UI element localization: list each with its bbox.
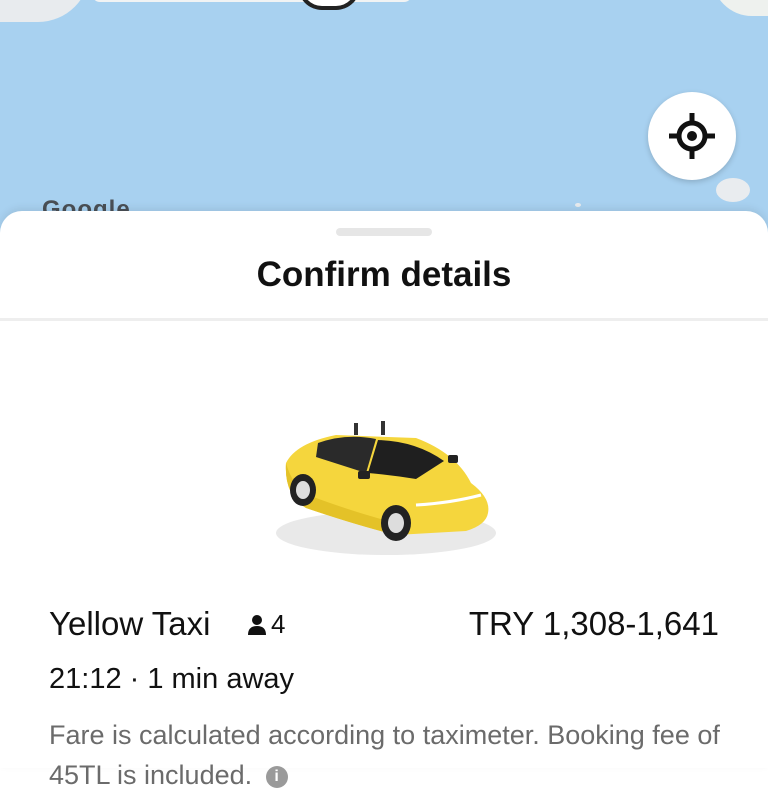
seat-capacity: 4 [247, 609, 285, 640]
crosshair-icon [669, 113, 715, 159]
locate-me-button[interactable] [648, 92, 736, 180]
fare-estimate: TRY 1,308-1,641 [468, 605, 719, 642]
map-route-marker [298, 0, 360, 10]
seat-count: 4 [271, 609, 286, 639]
person-icon [248, 614, 266, 635]
map-view[interactable]: Google [0, 0, 768, 240]
fare-note-text: Fare is calculated according to taximete… [49, 720, 720, 790]
map-land [92, 0, 412, 2]
map-island [575, 203, 581, 207]
divider [0, 318, 768, 321]
map-land [0, 0, 90, 22]
map-land [712, 0, 768, 16]
sheet-title: Confirm details [256, 255, 512, 294]
fare-note: Fare is calculated according to taximete… [49, 715, 729, 795]
ride-name: Yellow Taxi [49, 605, 211, 642]
map-island [716, 178, 750, 202]
eta-text: 21:12 · 1 min away [49, 663, 295, 695]
info-icon[interactable]: i [265, 765, 288, 788]
sheet-drag-handle[interactable] [336, 228, 432, 236]
yellow-taxi-image [276, 421, 496, 555]
